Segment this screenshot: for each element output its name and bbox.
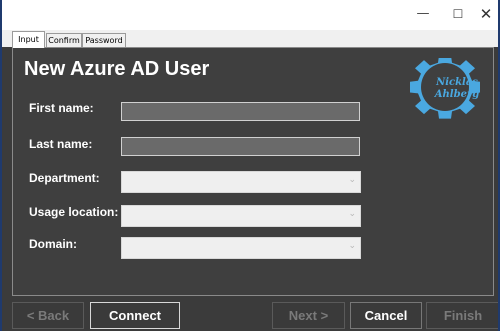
usage-location-select[interactable]: ⌄ xyxy=(121,205,361,227)
back-button[interactable]: < Back xyxy=(12,302,84,329)
next-button[interactable]: Next > xyxy=(272,302,345,329)
logo-text-line1: Nicklas xyxy=(435,77,478,88)
last-name-field[interactable] xyxy=(121,137,360,156)
maximize-button[interactable]: ☐ xyxy=(444,4,472,24)
usage-location-label: Usage location: xyxy=(29,205,119,219)
tab-confirm[interactable]: Confirm xyxy=(46,33,82,48)
department-select[interactable]: ⌄ xyxy=(121,171,361,193)
domain-label: Domain: xyxy=(29,237,77,251)
first-name-field[interactable] xyxy=(121,102,360,121)
connect-button[interactable]: Connect xyxy=(90,302,180,329)
page-title: New Azure AD User xyxy=(24,58,210,80)
tab-strip: Input Confirm Password xyxy=(2,30,498,48)
cancel-button[interactable]: Cancel xyxy=(350,302,422,329)
logo-text-line2: Ahlberg xyxy=(434,89,479,100)
tab-password[interactable]: Password xyxy=(82,33,126,48)
title-bar: — ☐ ✕ xyxy=(2,0,498,30)
logo: Nicklas Ahlberg xyxy=(410,58,480,119)
finish-button[interactable]: Finish xyxy=(426,302,498,329)
chevron-down-icon: ⌄ xyxy=(348,175,356,185)
chevron-down-icon: ⌄ xyxy=(348,241,356,251)
tab-input[interactable]: Input xyxy=(12,31,45,48)
chevron-down-icon: ⌄ xyxy=(348,209,356,219)
department-label: Department: xyxy=(29,171,100,185)
app-window: — ☐ ✕ Input Confirm Password New Azure A… xyxy=(2,0,498,331)
last-name-label: Last name: xyxy=(29,137,93,151)
domain-select[interactable]: ⌄ xyxy=(121,237,361,259)
first-name-label: First name: xyxy=(29,101,94,115)
close-button[interactable]: ✕ xyxy=(472,4,498,24)
minimize-button[interactable]: — xyxy=(409,4,437,24)
input-tab-panel: New Azure AD User First name: Last name:… xyxy=(12,47,494,296)
